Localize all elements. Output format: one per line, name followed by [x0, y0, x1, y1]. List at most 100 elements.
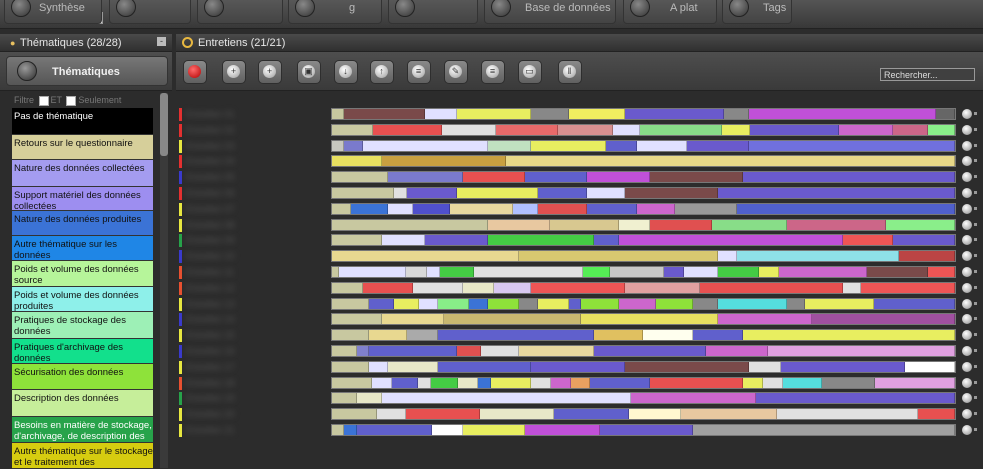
timeline-segment[interactable] [618, 219, 650, 230]
minimize-button[interactable]: - [157, 37, 166, 46]
entretien-timeline-track[interactable] [331, 202, 956, 215]
timeline-segment[interactable] [350, 203, 389, 214]
timeline-segment[interactable] [332, 172, 389, 183]
timeline-segment[interactable] [718, 188, 955, 198]
timeline-segment[interactable] [457, 377, 478, 388]
thematique-item[interactable]: Nature des données collectées [12, 160, 153, 187]
timeline-segment[interactable] [680, 409, 777, 420]
timeline-segment[interactable] [332, 377, 372, 388]
timeline-segment[interactable] [593, 330, 644, 341]
row-action-icon[interactable] [962, 235, 972, 246]
timeline-segment[interactable] [388, 172, 463, 183]
thematique-item[interactable]: Sécurisation des données [12, 364, 153, 390]
entretien-name[interactable]: Entretien 14 [186, 314, 321, 324]
timeline-segment[interactable] [893, 124, 928, 135]
timeline-segment[interactable] [332, 409, 377, 420]
timeline-segment[interactable] [394, 188, 407, 198]
timeline-segment[interactable] [412, 203, 451, 214]
timeline-segment[interactable] [381, 314, 445, 325]
timeline-segment[interactable] [406, 409, 481, 420]
timeline-segment[interactable] [873, 298, 955, 309]
timeline-segment[interactable] [936, 109, 955, 119]
timeline-segment[interactable] [406, 267, 427, 277]
entretien-row[interactable]: Entretien 12 [176, 281, 983, 296]
timeline-segment[interactable] [570, 377, 591, 388]
pause-button[interactable]: ‖ [558, 60, 582, 84]
timeline-segment[interactable] [786, 298, 806, 309]
timeline-segment[interactable] [332, 361, 370, 372]
timeline-segment[interactable] [593, 346, 706, 356]
entretien-timeline-track[interactable] [331, 297, 956, 310]
row-action-icon[interactable] [962, 140, 972, 151]
entretien-timeline-track[interactable] [331, 329, 956, 342]
row-action-icon[interactable] [962, 219, 972, 230]
timeline-segment[interactable] [491, 377, 531, 388]
timeline-segment[interactable] [568, 109, 625, 119]
timeline-segment[interactable] [381, 235, 426, 246]
timeline-segment[interactable] [419, 298, 438, 309]
timeline-segment[interactable] [332, 346, 357, 356]
timeline-segment[interactable] [612, 124, 641, 135]
entretien-row[interactable]: Entretien 15 [176, 328, 983, 343]
timeline-segment[interactable] [624, 361, 750, 372]
row-action-icon[interactable] [962, 251, 972, 262]
entretien-row[interactable]: Entretien 04 [176, 154, 983, 169]
entretien-timeline-track[interactable] [331, 408, 956, 421]
timeline-segment[interactable] [431, 425, 463, 435]
thematique-item[interactable]: Description des données [12, 390, 153, 417]
sort-button[interactable]: ≡ [481, 60, 505, 84]
entretien-row[interactable]: Entretien 08 [176, 218, 983, 233]
timeline-segment[interactable] [749, 140, 955, 151]
entretien-name[interactable]: Entretien 08 [186, 220, 321, 230]
timeline-segment[interactable] [822, 377, 876, 388]
timeline-segment[interactable] [718, 314, 812, 325]
timeline-segment[interactable] [480, 409, 555, 420]
row-action-icon[interactable] [962, 377, 972, 388]
thematique-item[interactable]: Pas de thématique [12, 108, 153, 135]
timeline-segment[interactable] [356, 393, 382, 404]
entretien-row[interactable]: Entretien 20 [176, 407, 983, 422]
timeline-segment[interactable] [371, 377, 392, 388]
timeline-segment[interactable] [530, 377, 551, 388]
timeline-segment[interactable] [474, 267, 583, 277]
timeline-segment[interactable] [705, 346, 769, 356]
timeline-segment[interactable] [363, 282, 413, 293]
entretien-name[interactable]: Entretien 04 [186, 156, 321, 166]
timeline-segment[interactable] [649, 219, 712, 230]
entretien-timeline-track[interactable] [331, 171, 956, 184]
timeline-segment[interactable] [477, 377, 492, 388]
thematique-item[interactable]: Autre thématique sur le stockage et le t… [12, 443, 153, 469]
timeline-segment[interactable] [487, 140, 532, 151]
timeline-segment[interactable] [755, 393, 955, 404]
entretien-name[interactable]: Entretien 16 [186, 346, 321, 356]
timeline-segment[interactable] [332, 314, 382, 325]
timeline-segment[interactable] [875, 377, 955, 388]
timeline-segment[interactable] [842, 235, 893, 246]
row-action-icon[interactable] [962, 124, 972, 135]
timeline-segment[interactable] [590, 377, 651, 388]
timeline-segment[interactable] [425, 235, 488, 246]
timeline-segment[interactable] [762, 377, 783, 388]
top-button-7[interactable]: Tags [722, 0, 792, 24]
entretien-name[interactable]: Entretien 12 [186, 283, 321, 293]
timeline-segment[interactable] [518, 251, 719, 262]
entretien-row[interactable]: Entretien 21 [176, 423, 983, 438]
timeline-segment[interactable] [838, 124, 894, 135]
timeline-segment[interactable] [687, 140, 750, 151]
entretien-name[interactable]: Entretien 05 [186, 172, 321, 182]
timeline-segment[interactable] [699, 282, 843, 293]
thematiques-scrollbar[interactable] [160, 93, 168, 468]
timeline-segment[interactable] [782, 377, 823, 388]
entretien-name[interactable]: Entretien 02 [186, 125, 321, 135]
entretien-timeline-track[interactable] [331, 155, 956, 168]
row-action-icon[interactable] [962, 282, 972, 293]
timeline-segment[interactable] [684, 267, 718, 277]
timeline-segment[interactable] [531, 109, 569, 119]
timeline-segment[interactable] [842, 282, 862, 293]
timeline-segment[interactable] [381, 393, 631, 404]
timeline-segment[interactable] [624, 282, 700, 293]
timeline-segment[interactable] [381, 156, 507, 167]
timeline-segment[interactable] [736, 203, 955, 214]
entretien-name[interactable]: Entretien 09 [186, 235, 321, 245]
thematique-item[interactable]: Pratiques de stockage des données [12, 312, 153, 339]
